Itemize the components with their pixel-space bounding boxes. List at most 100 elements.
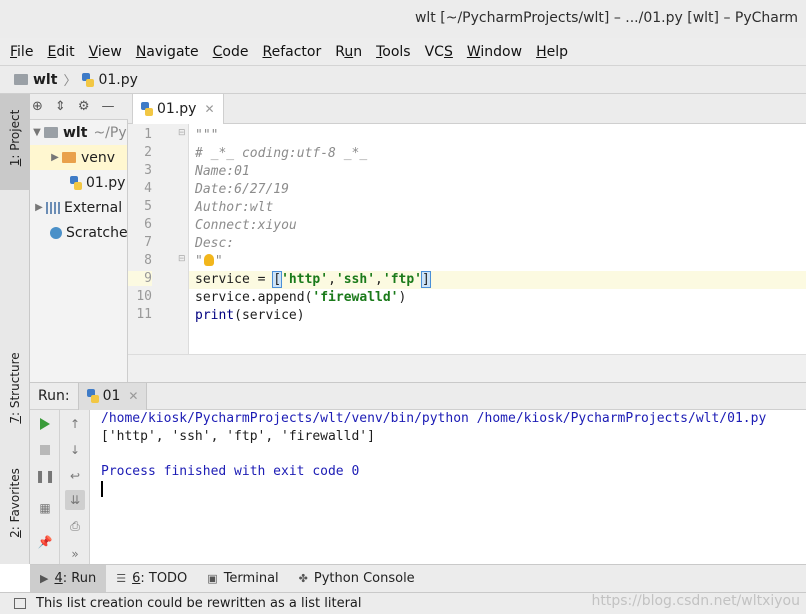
gear-icon[interactable]: ⚙ [78,99,90,114]
console-line: ['http', 'ssh', 'ftp', 'firewalld'] [101,429,375,444]
menu-view[interactable]: View [89,44,122,60]
menu-code[interactable]: Code [213,44,249,60]
terminal-icon: ▣ [207,572,218,585]
code-line-2: # _*_ coding:utf-8 _*_ [195,146,368,161]
scratches-icon [50,226,62,239]
tool-tab-python-console[interactable]: ✤ Python Console [289,565,425,592]
scroll-to-end-icon: ⇊ [69,493,81,507]
hide-icon[interactable]: — [101,99,114,114]
menu-refactor[interactable]: Refactor [262,44,321,60]
layout-button[interactable]: ▦ [35,498,55,518]
python-file-icon [82,72,95,87]
text-cursor [101,481,103,497]
tree-item-venv[interactable]: ▶ venv [30,145,127,170]
tool-window-toggle-icon[interactable] [14,598,26,609]
window-titlebar: wlt [~/PycharmProjects/wlt] – .../01.py … [0,0,806,38]
layout-icon: ▦ [39,501,51,515]
line-number: 10 [136,289,152,304]
tree-item-scratches[interactable]: Scratche [30,220,127,245]
python-console-icon: ✤ [298,572,308,585]
code-line-5: Author:wlt [195,200,274,215]
breadcrumb-file[interactable]: 01.py [82,72,138,88]
down-button[interactable]: ↓ [65,440,85,460]
run-toolbar-secondary: ↑ ↓ ↩ ⇊ ⎙ » [60,410,90,564]
scroll-to-end-button[interactable]: ⇊ [65,490,85,510]
collapse-all-icon[interactable]: ⇕ [55,99,66,114]
soft-wrap-button[interactable]: ↩ [65,466,85,486]
tree-item-external-libraries[interactable]: ▶ External [30,195,127,220]
up-button[interactable]: ↑ [65,414,85,434]
line-number: 5 [144,199,152,214]
pause-icon: ❚❚ [34,469,56,483]
python-file-icon [70,175,82,190]
tree-item-file[interactable]: 01.py [30,170,127,195]
code-line-6: Connect:xiyou [195,218,297,233]
pause-button[interactable]: ❚❚ [35,466,55,486]
tree-item-root[interactable]: ▼ wlt ~/Py [30,120,127,145]
editor-gutter: 1 2 3 4 5 6 7 8 9 10 11 ⊟ ⊟ [128,124,189,354]
menu-run[interactable]: Run [335,44,362,60]
line-number: 6 [144,217,152,232]
run-icon: ▶ [40,572,49,585]
menu-vcs[interactable]: VCS [425,44,453,60]
menu-tools[interactable]: Tools [376,44,411,60]
code-line-11: print(service) [195,308,305,323]
wrap-icon: ↩ [69,469,81,483]
project-toolbar: ⊕ ⇕ ⚙ — [30,94,128,120]
print-button[interactable]: ⎙ [65,516,85,536]
menu-help[interactable]: Help [536,44,568,60]
play-icon [40,418,50,430]
folder-icon [44,127,58,138]
code-line-4: Date:6/27/19 [195,182,289,197]
tool-tab-project[interactable]: 1: Project [0,94,30,190]
pin-button[interactable]: 📌 [35,532,55,552]
menu-navigate[interactable]: Navigate [136,44,199,60]
line-number: 11 [136,307,152,322]
rerun-button[interactable] [35,414,55,434]
run-panel-header: Run: 01 ✕ [30,382,806,410]
menu-file[interactable]: File [10,44,33,60]
fold-icon[interactable]: ⊟ [178,254,186,264]
more-button[interactable]: » [65,544,85,564]
status-message: This list creation could be rewritten as… [36,596,362,611]
stop-icon [40,445,50,455]
chevron-right-icon: 〉 [63,74,77,89]
line-number: 7 [144,235,152,250]
tool-tab-todo[interactable]: ☰ 6: TODO [106,565,197,592]
python-file-icon [86,389,99,403]
watermark: https://blog.csdn.net/wltxiyou [591,593,800,609]
run-console[interactable]: /home/kiosk/PycharmProjects/wlt/venv/bin… [90,410,806,564]
line-number: 4 [144,181,152,196]
folder-icon [62,152,76,163]
editor-tab-01py[interactable]: 01.py ✕ [132,94,224,124]
lightbulb-icon[interactable] [203,254,214,266]
menu-edit[interactable]: Edit [47,44,74,60]
tool-tab-terminal[interactable]: ▣ Terminal [197,565,288,592]
chevron-right-icon[interactable]: ▶ [32,202,46,213]
fold-icon[interactable]: ⊟ [178,128,186,138]
stop-button[interactable] [35,440,55,460]
chevron-right-icon[interactable]: ▶ [48,152,62,163]
arrow-down-icon: ↓ [69,443,81,457]
menu-window[interactable]: Window [467,44,522,60]
breadcrumb: wlt 〉 01.py [0,66,806,94]
code-editor[interactable]: """ # _*_ coding:utf-8 _*_ Name:01 Date:… [189,124,806,354]
line-number: 9 [128,271,152,286]
close-icon[interactable]: ✕ [204,102,214,116]
folder-icon [14,74,28,85]
scroll-from-source-icon[interactable]: ⊕ [32,99,43,114]
run-panel-label: Run: [38,388,70,404]
tool-tab-favorites[interactable]: 2: Favorites [0,459,30,559]
tool-tab-run[interactable]: ▶ 4: Run [30,565,107,592]
editor-tab-bar: 01.py ✕ [128,94,806,124]
close-icon[interactable]: ✕ [128,389,138,403]
line-number: 1 [144,127,152,142]
tool-tab-structure[interactable]: 7: Structure [0,344,30,444]
console-line: Process finished with exit code 0 [101,464,360,479]
chevron-down-icon[interactable]: ▼ [30,127,44,138]
printer-icon: ⎙ [70,518,80,533]
run-toolbar-primary: ❚❚ ▦ 📌 [30,410,60,564]
run-tab-01[interactable]: 01 ✕ [77,382,148,410]
line-number: 2 [144,145,152,160]
breadcrumb-project[interactable]: wlt [14,72,57,88]
